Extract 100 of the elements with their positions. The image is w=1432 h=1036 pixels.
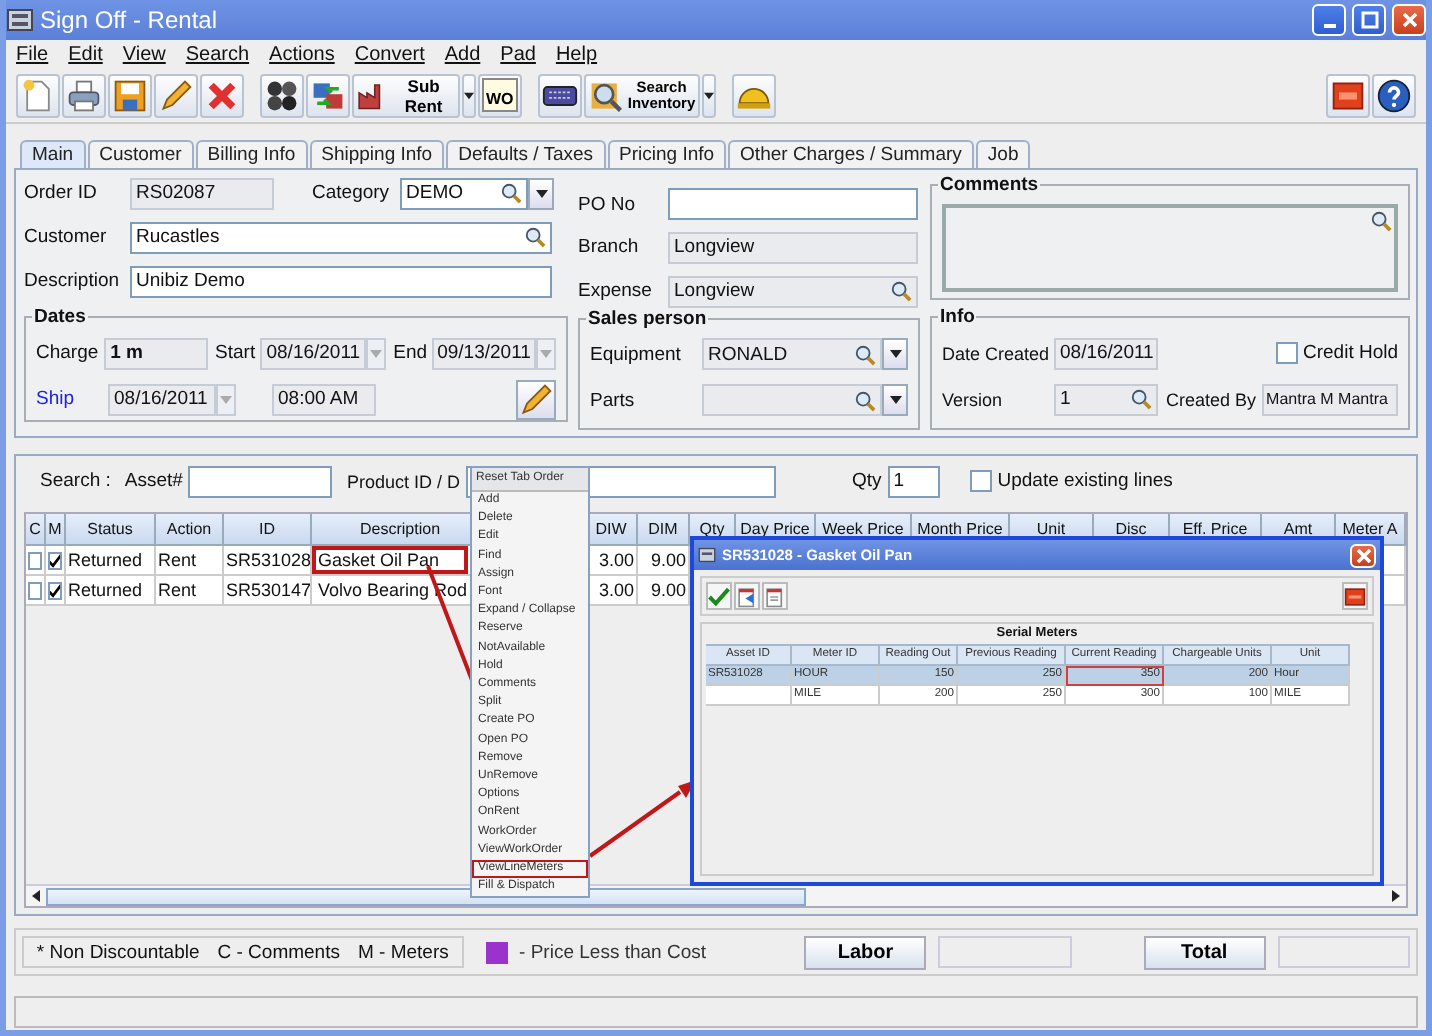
minimize-button[interactable]: [1312, 4, 1346, 36]
column-header[interactable]: M: [46, 514, 66, 546]
column-header[interactable]: DIW: [586, 514, 638, 546]
dropdown-button[interactable]: [528, 177, 554, 209]
arrow: [588, 780, 696, 858]
description-field[interactable]: Unibiz Demo: [130, 265, 552, 297]
tab[interactable]: Billing Info: [195, 140, 308, 168]
ok-button[interactable]: [706, 582, 732, 610]
close-icon: [1353, 545, 1373, 565]
row-checkbox[interactable]: [28, 551, 42, 569]
field-label: Category: [312, 182, 392, 204]
help-button[interactable]: [1372, 73, 1416, 117]
ship-time-field: 08:00 AM: [272, 383, 376, 415]
credit-hold-checkbox[interactable]: Credit Hold: [1275, 342, 1399, 364]
column-header[interactable]: Status: [66, 514, 156, 546]
scroll-left-icon[interactable]: [32, 890, 40, 902]
exit-button[interactable]: [1342, 582, 1368, 610]
search-icon: [524, 226, 546, 248]
row-checkbox[interactable]: [48, 551, 62, 569]
dropdown-button[interactable]: [462, 73, 476, 117]
qty-field[interactable]: 1: [887, 465, 940, 497]
dropdown-button[interactable]: [882, 384, 908, 417]
print-button[interactable]: [62, 73, 106, 117]
expense-field[interactable]: Longview: [668, 275, 918, 308]
field-label: Description: [24, 270, 122, 292]
checkmark-icon: [708, 585, 730, 607]
sub-rent-button[interactable]: Sub Rent: [352, 73, 460, 117]
column-header[interactable]: C: [26, 514, 46, 546]
row-checkbox[interactable]: [28, 581, 42, 599]
close-button[interactable]: [1392, 4, 1426, 36]
tab[interactable]: Defaults / Taxes: [446, 140, 606, 168]
menu-item[interactable]: Add: [444, 43, 481, 65]
tab[interactable]: Main: [20, 140, 86, 168]
column-header[interactable]: Action: [156, 514, 224, 546]
po-number-field[interactable]: [668, 188, 918, 221]
tab[interactable]: Pricing Info: [607, 140, 727, 168]
maximize-button[interactable]: [1352, 4, 1386, 36]
field-label: Order ID: [24, 182, 99, 204]
exit-button[interactable]: [1326, 73, 1370, 117]
toolbar-button[interactable]: [260, 73, 304, 117]
dropdown-button[interactable]: [882, 338, 908, 371]
group-title: Info: [938, 306, 977, 328]
new-button[interactable]: [16, 73, 60, 117]
labor-button[interactable]: Labor: [804, 935, 927, 969]
close-button[interactable]: [1350, 543, 1376, 567]
save-button[interactable]: [108, 73, 152, 117]
field-label: Date Created: [942, 343, 1052, 363]
field-label: Branch: [578, 236, 641, 259]
equipment-field[interactable]: RONALD: [702, 338, 882, 371]
menu-item[interactable]: View: [122, 43, 166, 65]
version-field[interactable]: 1: [1054, 383, 1158, 415]
asset-field[interactable]: [188, 465, 333, 497]
start-date-field: 08/16/2011: [260, 337, 367, 369]
field-label: Expense: [578, 280, 654, 303]
menu-item[interactable]: Pad: [500, 43, 536, 65]
field-label: Product ID / D: [346, 471, 460, 491]
menu-item[interactable]: Search: [185, 43, 250, 65]
tab[interactable]: Customer: [87, 140, 194, 168]
maximize-icon: [1359, 10, 1379, 30]
table-cell: Rent: [156, 576, 224, 606]
table-cell: Returned: [66, 576, 156, 606]
created-by-field: Mantra M Mantra: [1262, 383, 1399, 415]
tab[interactable]: Job: [975, 140, 1031, 168]
group-title: Comments: [938, 174, 1041, 196]
table-cell: 9.00: [638, 576, 690, 606]
tab[interactable]: Shipping Info: [309, 140, 445, 168]
caret-icon: [889, 346, 901, 363]
wo-button[interactable]: WO: [478, 73, 522, 117]
parts-field[interactable]: [702, 384, 882, 417]
category-field[interactable]: DEMO: [400, 177, 528, 209]
edit-button[interactable]: [516, 379, 556, 419]
menu-item[interactable]: Convert: [354, 43, 425, 65]
scroll-right-icon[interactable]: [1392, 890, 1400, 902]
column-header[interactable]: DIM: [638, 514, 690, 546]
row-checkbox[interactable]: [48, 581, 62, 599]
toolbar-button[interactable]: [537, 73, 582, 117]
comments-field[interactable]: [942, 204, 1399, 292]
table-cell: SR531028: [224, 546, 312, 576]
group-title: Sales person: [586, 307, 709, 330]
menu-item[interactable]: Help: [555, 43, 598, 65]
tab[interactable]: Other Charges / Summary: [728, 140, 974, 168]
caret-icon: [889, 392, 901, 409]
menu-item[interactable]: Edit: [68, 43, 103, 65]
customer-field[interactable]: Rucastles: [130, 221, 552, 253]
update-lines-checkbox[interactable]: Update existing lines: [969, 470, 1173, 492]
caret-icon: [220, 391, 232, 407]
window-title: Sign Off - Rental: [40, 6, 217, 34]
table-cell: Gasket Oil Pan: [314, 548, 466, 572]
menu-item[interactable]: Actions: [269, 43, 335, 65]
app-icon: [698, 546, 716, 564]
menu-item[interactable]: File: [16, 43, 49, 65]
column-header[interactable]: ID: [224, 514, 312, 546]
ship-link[interactable]: Ship: [36, 388, 108, 410]
total-button[interactable]: Total: [1143, 935, 1266, 969]
search-icon: [1370, 210, 1393, 232]
dropdown-button[interactable]: [701, 73, 716, 117]
edit-button[interactable]: [154, 73, 198, 117]
printer-icon: [66, 77, 102, 113]
legend-text: * Non Discountable: [36, 941, 200, 963]
delete-button[interactable]: [200, 73, 244, 117]
